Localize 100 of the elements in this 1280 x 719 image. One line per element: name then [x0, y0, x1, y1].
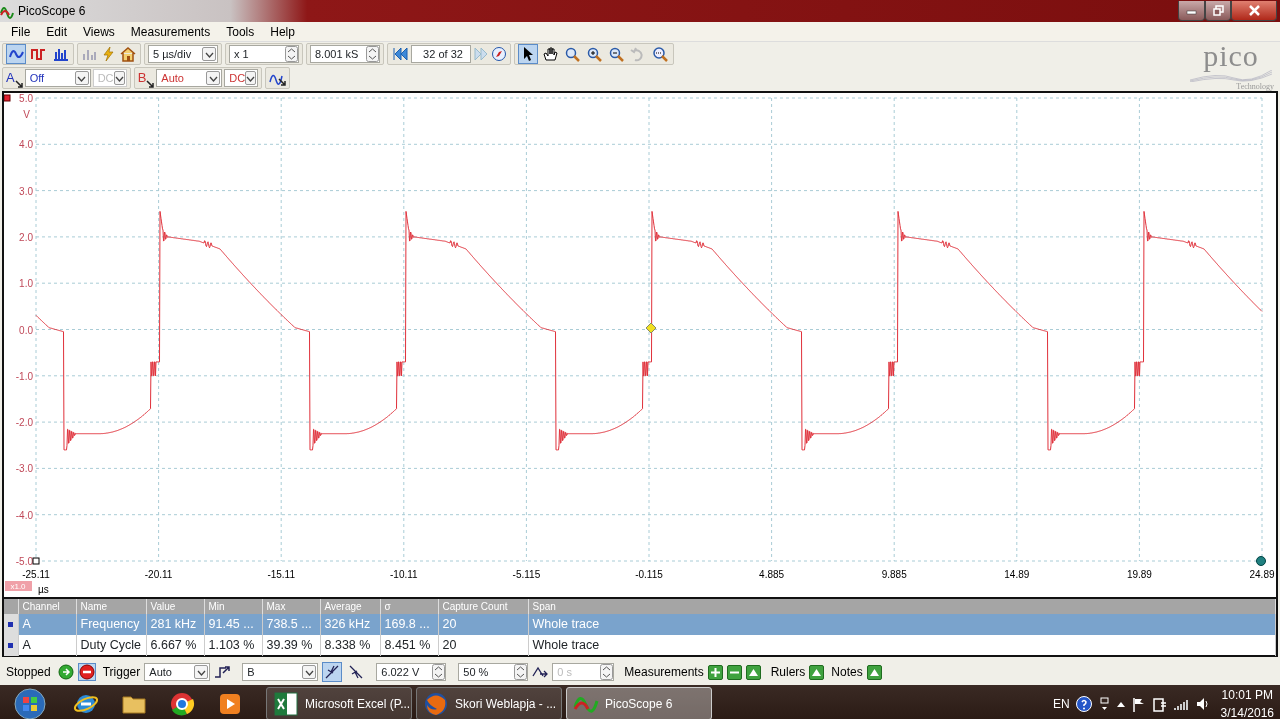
dropdown-icon[interactable]: [304, 668, 314, 676]
trigger-marker-icon[interactable]: [645, 322, 657, 334]
zoom-in-icon: [586, 46, 602, 62]
tool-button[interactable]: [540, 44, 560, 64]
table-cell: 1.103 %: [204, 635, 262, 656]
magnifier-icon: [564, 46, 580, 62]
scope-mode-button[interactable]: [6, 44, 26, 64]
restore-button[interactable]: [1205, 1, 1231, 21]
clock-date[interactable]: 3/14/2016: [1220, 703, 1274, 719]
table-cell: A: [18, 614, 76, 635]
lightning-icon[interactable]: [100, 46, 117, 62]
range-dropdown[interactable]: Off: [24, 69, 91, 87]
expand-icon: [747, 666, 759, 678]
expand-button[interactable]: [809, 664, 825, 680]
y-axis-label: -2.0: [15, 417, 33, 429]
y-axis-label: 1.0: [19, 278, 33, 290]
start-button[interactable]: [14, 687, 46, 719]
measurement-row[interactable]: A Duty Cycle 6.667 % 1.103 % 39.39 % 8.338 % 8.451 % 20 Whole trace: [4, 635, 1276, 656]
dropdown-icon[interactable]: [208, 74, 218, 82]
home-icon[interactable]: [119, 46, 137, 62]
coupling-dropdown[interactable]: DC: [224, 69, 259, 87]
table-cell: 169.8 ...: [380, 614, 438, 635]
first-capture-icon[interactable]: [391, 46, 409, 62]
table-cell: 20: [438, 635, 528, 656]
y-axis-label: -1.0: [15, 370, 33, 382]
spin-icon[interactable]: [285, 46, 298, 62]
menu-item[interactable]: Tools: [218, 22, 263, 41]
range-dropdown[interactable]: Auto: [156, 69, 223, 87]
menu-item[interactable]: Help: [262, 22, 303, 41]
stop-icon[interactable]: [77, 663, 96, 681]
tool-button[interactable]: [518, 44, 538, 64]
dropdown-icon[interactable]: [204, 50, 214, 58]
capture-field[interactable]: 32 of 32: [411, 45, 471, 63]
zoom-badge: x1.0: [5, 581, 32, 591]
add-button[interactable]: [707, 664, 723, 680]
taskbar-button[interactable]: Microsoft Excel (P...: [266, 687, 412, 719]
ruler-handle-icon[interactable]: [32, 557, 40, 565]
table-cell: 6.667 %: [146, 635, 204, 656]
help-icon[interactable]: [1075, 695, 1092, 712]
dropdown-icon[interactable]: [246, 74, 256, 82]
column-header: Name: [76, 599, 146, 614]
language-indicator[interactable]: EN: [1052, 694, 1070, 713]
dropdown-icon[interactable]: [196, 668, 206, 676]
taskbar-button[interactable]: Skori Weblapja - ...: [416, 687, 562, 719]
spin-icon[interactable]: [514, 664, 528, 680]
expand-button[interactable]: [866, 664, 882, 680]
flag-icon[interactable]: [1131, 695, 1146, 712]
y-axis-label: -3.0: [15, 463, 33, 475]
table-cell: 20: [438, 614, 528, 635]
remove-button[interactable]: [726, 664, 742, 680]
spin-icon[interactable]: [432, 664, 446, 680]
table-cell: 91.45 ...: [204, 614, 262, 635]
square-wave-icon: [29, 46, 47, 62]
trigger-mode-dropdown[interactable]: Auto: [144, 663, 211, 681]
measurements-label: Measurements: [624, 664, 704, 681]
undo-icon: [630, 46, 646, 62]
column-header: Max: [262, 599, 320, 614]
spin-icon[interactable]: [366, 46, 379, 62]
threshold-field[interactable]: 6.022 V: [376, 663, 447, 681]
channel-button[interactable]: A: [6, 68, 23, 88]
x-axis-label: -15.11: [267, 569, 295, 580]
dropdown-icon[interactable]: [77, 74, 87, 82]
menu-item[interactable]: Views: [75, 22, 123, 41]
x-axis-label: -0.115: [635, 569, 663, 580]
y-axis-label: -5.0: [15, 556, 33, 567]
edge-button[interactable]: [322, 662, 343, 682]
notes-label: Notes: [831, 664, 863, 681]
menu-item[interactable]: File: [3, 22, 39, 41]
expand-button[interactable]: [745, 664, 761, 680]
menu-item[interactable]: Measurements: [122, 22, 219, 41]
menu-item[interactable]: Edit: [38, 22, 76, 41]
zoom-field[interactable]: x 1: [229, 45, 299, 63]
column-header: Average: [320, 599, 380, 614]
window-title: PicoScope 6: [18, 3, 86, 20]
close-icon: [1248, 5, 1260, 16]
samples-field[interactable]: 8.001 kS: [310, 45, 380, 63]
timebase-dropdown[interactable]: 5 µs/div: [148, 45, 218, 63]
channel-button[interactable]: B: [137, 68, 155, 88]
start-icon[interactable]: [57, 664, 74, 680]
trigger-source-dropdown[interactable]: B: [242, 663, 319, 681]
taskbar-button[interactable]: PicoScope 6: [566, 687, 712, 719]
close-button[interactable]: [1231, 1, 1277, 21]
advanced-trigger-icon[interactable]: [214, 664, 231, 680]
trigger-label: Trigger: [102, 664, 141, 681]
pretrigger-field[interactable]: 50 %: [458, 663, 529, 681]
logo-tagline: Technology: [1236, 82, 1274, 91]
row-marker-icon: [8, 643, 13, 649]
table-cell: 326 kHz: [320, 614, 380, 635]
spreadsheet-icon: [273, 690, 299, 717]
table-cell: 8.338 %: [320, 635, 380, 656]
minimize-button[interactable]: [1178, 1, 1205, 21]
x-axis-label: 9.885: [881, 569, 907, 580]
y-axis-label: -4.0: [15, 509, 33, 521]
chrome-icon[interactable]: [169, 690, 195, 717]
spin-icon[interactable]: [600, 664, 614, 680]
compass-icon[interactable]: [491, 46, 507, 62]
axis-handle-icon[interactable]: [1256, 556, 1266, 566]
falling-edge-icon: [348, 664, 365, 680]
y-axis-label: 0.0: [19, 324, 33, 336]
clock-time[interactable]: 10:01 PM: [1221, 685, 1273, 704]
